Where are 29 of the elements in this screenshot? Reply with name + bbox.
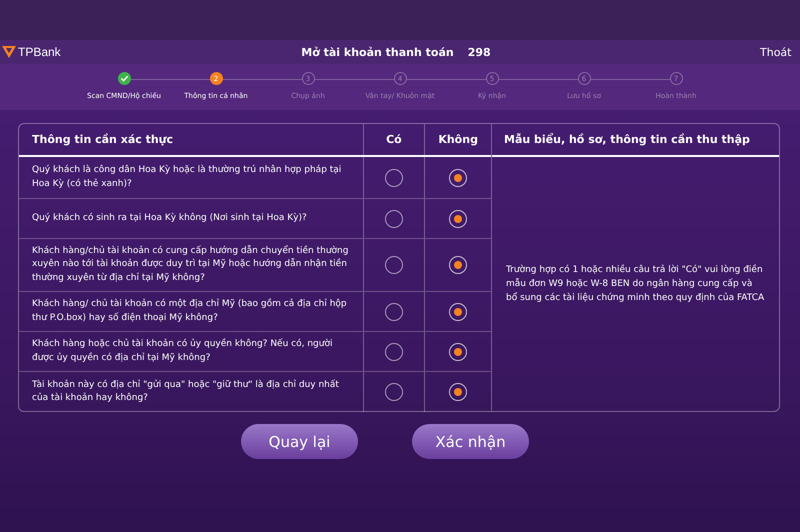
column-header: Không [424, 124, 491, 155]
radio-button[interactable] [449, 302, 468, 320]
question-text: Quý khách là công dân Hoa Kỳ hoặc là thường trú nhân hợp pháp tại Hoa Kỳ (có thẻ xanh)? [31, 164, 342, 190]
radio-button[interactable] [384, 342, 403, 360]
action-button[interactable]: Xác nhận [412, 424, 529, 459]
brand-name: TPBank [18, 45, 61, 59]
question-text: Khách hàng/chủ tài khoản có cung cấp hướng dẫn chuyển tiền thường xuyên nào tới tài khoản được duy trì tại Mỹ hoặc hướng dẫn nhận tiền thường xuyên từ địa chỉ tại Mỹ không? [31, 244, 350, 285]
radio-button[interactable] [384, 383, 403, 401]
column-header: Mẫu biểu, hồ sơ, thông tin cần thu thập [503, 133, 750, 146]
question-text: Khách hàng/ chủ tài khoản có một địa chỉ Mỹ (bao gồm cả địa chỉ hộp thư P.O.box) hay số điện thoại Mỹ không? [31, 298, 348, 324]
column-header: Thông tin cần xác thực [31, 133, 174, 146]
radio-button[interactable] [384, 256, 403, 274]
page-title: Mở tài khoản thanh toán [301, 46, 454, 58]
radio-button[interactable] [384, 210, 403, 228]
radio-button[interactable] [449, 168, 468, 186]
counter: 298 [468, 46, 491, 58]
exit-link[interactable]: Thoát [760, 46, 790, 58]
note-text: Trường hợp có 1 hoặc nhiều câu trả lời "Có" vui lòng điền mẫu đơn W9 hoặc W-8 BEN do ngân hàng cung cấp và bổ sung các tài liệu chứng minh theo quy định của FATCA [506, 263, 765, 305]
radio-button[interactable] [449, 210, 468, 228]
action-button[interactable]: Quay lại [241, 424, 358, 459]
column-header: Có [362, 124, 424, 155]
radio-button[interactable] [449, 342, 468, 360]
question-text: Tài khoản này có địa chỉ "gửi qua" hoặc "giữ thư" là địa chỉ duy nhất của tài khoản hay không? [31, 378, 340, 405]
question-text: Khách hàng hoặc chủ tài khoản có ủy quyền không? Nếu có, người được ủy quyền có địa chỉ tại Mỹ không? [31, 338, 334, 364]
question-text: Quý khách có sinh ra tại Hoa Kỳ không (Nơi sinh tại Hoa Kỳ)? [31, 212, 308, 225]
radio-button[interactable] [384, 168, 403, 186]
radio-button[interactable] [449, 383, 468, 401]
radio-button[interactable] [384, 302, 403, 320]
radio-button[interactable] [449, 256, 468, 274]
